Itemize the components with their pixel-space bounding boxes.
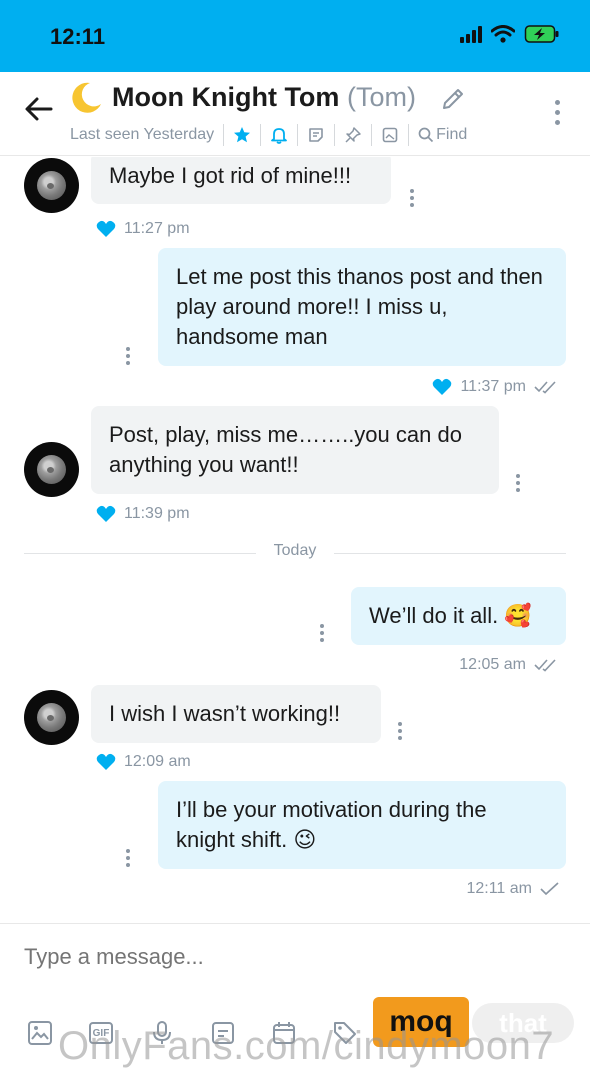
double-check-icon (534, 659, 556, 672)
message-time: 12:11 am (466, 880, 532, 897)
chat-header: Moon Knight Tom (Tom) Last seen Yesterda… (0, 72, 590, 156)
wifi-icon (491, 25, 515, 43)
note-icon[interactable] (307, 126, 325, 144)
incoming-message-bubble[interactable]: I wish I wasn’t working!! (91, 685, 381, 743)
gallery-icon[interactable] (381, 126, 399, 144)
contact-avatar[interactable] (24, 690, 79, 745)
last-seen-status: Last seen Yesterday (70, 126, 215, 143)
back-arrow-icon[interactable] (24, 96, 54, 122)
contact-avatar[interactable] (24, 442, 79, 497)
message-time: 11:39 pm (124, 505, 190, 522)
message-text: We’ll do it all. 🥰 (369, 603, 532, 628)
message-time: 12:05 am (459, 656, 526, 673)
outgoing-message-bubble[interactable]: We’ll do it all. 🥰 (351, 587, 566, 645)
heart-icon[interactable] (96, 753, 116, 771)
battery-charging-icon (524, 25, 559, 43)
check-icon (540, 882, 559, 896)
image-icon[interactable] (26, 1019, 54, 1047)
message-time: 12:09 am (124, 753, 191, 770)
clock: 12:11 (50, 24, 106, 49)
contact-name[interactable]: Moon Knight Tom (Tom) (112, 82, 416, 113)
outgoing-message-bubble[interactable]: I’ll be your motivation during the knigh… (158, 781, 566, 869)
message-time: 11:37 pm (460, 378, 526, 395)
message-options-icon[interactable] (320, 624, 324, 642)
contact-avatar[interactable] (24, 158, 79, 213)
contact-display-name: Moon Knight Tom (112, 82, 340, 112)
more-options-button[interactable] (554, 100, 560, 125)
message-options-icon[interactable] (516, 474, 520, 492)
status-bar: 12:11 (0, 0, 590, 72)
message-meta: 11:37 pm (432, 378, 560, 396)
crescent-moon-icon (72, 82, 101, 113)
message-meta: 11:39 pm (96, 505, 190, 523)
message-text: Post, play, miss me……..you can do anythi… (109, 422, 462, 477)
double-check-icon (534, 381, 556, 394)
pencil-icon[interactable] (440, 86, 466, 112)
message-text: Let me post this thanos post and then pl… (176, 264, 543, 349)
message-options-icon[interactable] (126, 347, 130, 365)
message-text: I’ll be your motivation during the knigh… (176, 797, 487, 852)
header-subline: Last seen Yesterday Find (70, 124, 467, 146)
contact-username: (Tom) (346, 82, 416, 112)
find-button[interactable]: Find (418, 126, 467, 144)
message-list[interactable]: Maybe I got rid of mine!!! 11:27 pm Let … (0, 157, 590, 923)
watermark-text: OnlyFans.com/cindymoon7 (58, 1024, 555, 1068)
bell-icon[interactable] (270, 126, 288, 144)
message-options-icon[interactable] (126, 849, 130, 867)
message-options-icon[interactable] (410, 189, 414, 207)
outgoing-message-bubble[interactable]: Let me post this thanos post and then pl… (158, 248, 566, 366)
incoming-message-bubble[interactable]: Post, play, miss me……..you can do anythi… (91, 406, 499, 494)
heart-icon[interactable] (96, 220, 116, 238)
heart-icon[interactable] (432, 378, 452, 396)
pin-icon[interactable] (344, 126, 362, 144)
day-divider-label: Today (256, 542, 334, 560)
cellular-signal-icon (460, 25, 482, 43)
message-meta: 12:11 am (466, 880, 560, 898)
message-meta: 12:09 am (96, 753, 191, 771)
message-meta: 11:27 pm (96, 220, 190, 238)
find-label: Find (436, 126, 468, 143)
incoming-message-bubble[interactable]: Maybe I got rid of mine!!! (91, 157, 391, 204)
message-input[interactable] (24, 944, 544, 970)
star-icon[interactable] (233, 126, 251, 144)
message-time: 11:27 pm (124, 220, 190, 237)
heart-icon[interactable] (96, 505, 116, 523)
message-text: I wish I wasn’t working!! (109, 701, 341, 726)
message-meta: 12:05 am (459, 656, 560, 674)
search-icon (418, 127, 434, 143)
message-options-icon[interactable] (398, 722, 402, 740)
message-text: Maybe I got rid of mine!!! (109, 163, 352, 188)
